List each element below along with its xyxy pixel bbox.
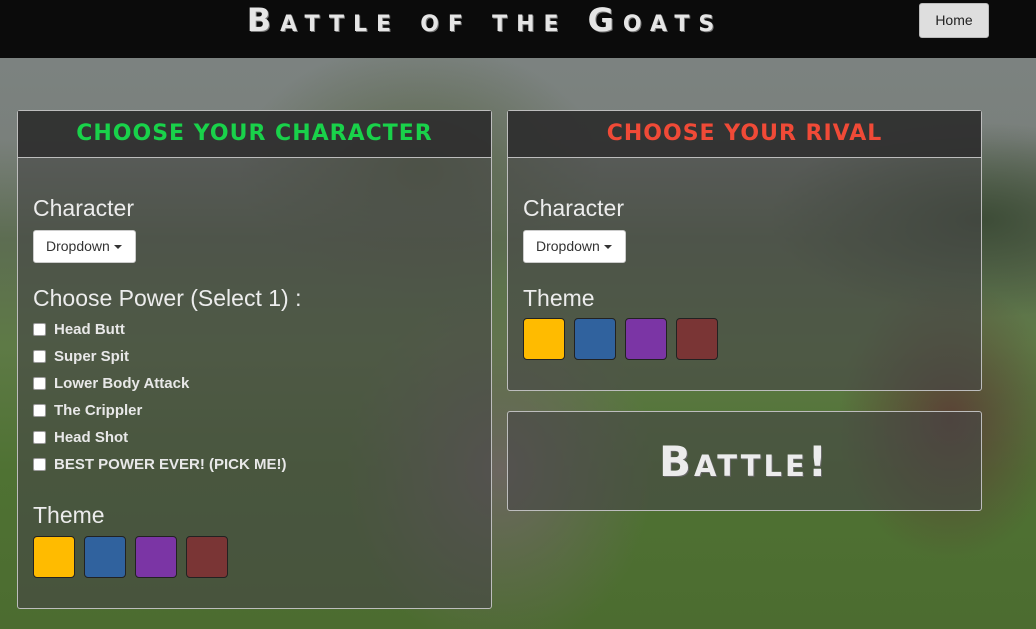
- rival-theme-swatch-gold[interactable]: [523, 318, 565, 360]
- power-option[interactable]: Super Spit: [33, 346, 129, 366]
- rival-theme-swatch-purple[interactable]: [625, 318, 667, 360]
- rival-theme-label: Theme: [523, 285, 595, 311]
- power-option[interactable]: Lower Body Attack: [33, 373, 189, 393]
- battle-panel[interactable]: Battle!: [507, 411, 982, 511]
- theme-swatch-maroon[interactable]: [186, 536, 228, 578]
- theme-label: Theme: [33, 502, 105, 528]
- caret-down-icon: [113, 245, 122, 250]
- rival-theme-swatch-blue[interactable]: [574, 318, 616, 360]
- power-option[interactable]: The Crippler: [33, 400, 142, 420]
- power-checkbox[interactable]: [33, 403, 46, 417]
- rival-theme-swatch-maroon[interactable]: [676, 318, 718, 360]
- power-heading: Choose Power (Select 1) :: [33, 285, 302, 311]
- character-dropdown-label: Dropdown: [46, 238, 110, 254]
- site-title: Battle of the Goats: [246, 1, 724, 39]
- home-button[interactable]: Home: [919, 3, 989, 38]
- power-checkbox[interactable]: [33, 457, 46, 471]
- rival-dropdown[interactable]: Dropdown: [523, 230, 626, 263]
- battle-button[interactable]: Battle!: [508, 437, 981, 486]
- power-checkbox[interactable]: [33, 430, 46, 444]
- top-navbar: Battle of the Goats Home: [0, 0, 1036, 58]
- character-label: Character: [33, 195, 134, 221]
- caret-down-icon: [603, 245, 612, 250]
- power-option[interactable]: Head Butt: [33, 319, 125, 339]
- power-label: Super Spit: [54, 347, 130, 365]
- rival-panel: Choose Your Rival Character Dropdown The…: [507, 110, 982, 391]
- rival-character-label: Character: [523, 195, 624, 221]
- theme-swatch-blue[interactable]: [84, 536, 126, 578]
- theme-swatch-gold[interactable]: [33, 536, 75, 578]
- power-option[interactable]: Head Shot: [33, 427, 128, 447]
- power-checkbox[interactable]: [33, 349, 46, 363]
- power-checkbox[interactable]: [33, 322, 46, 336]
- power-checkbox[interactable]: [33, 376, 46, 390]
- character-dropdown[interactable]: Dropdown: [33, 230, 136, 263]
- power-label: Head Shot: [54, 428, 129, 446]
- power-option[interactable]: BEST POWER EVER! (PICK ME!): [33, 454, 287, 474]
- rival-panel-heading: Choose Your Rival: [508, 111, 981, 158]
- theme-swatch-purple[interactable]: [135, 536, 177, 578]
- power-label: Head Butt: [54, 320, 125, 338]
- character-panel-heading: Choose Your Character: [18, 111, 491, 158]
- power-label: BEST POWER EVER! (PICK ME!): [54, 455, 287, 473]
- rival-dropdown-label: Dropdown: [536, 238, 600, 254]
- character-panel: Choose Your Character Character Dropdown…: [17, 110, 492, 609]
- power-label: Lower Body Attack: [54, 374, 190, 392]
- power-label: The Crippler: [54, 401, 143, 419]
